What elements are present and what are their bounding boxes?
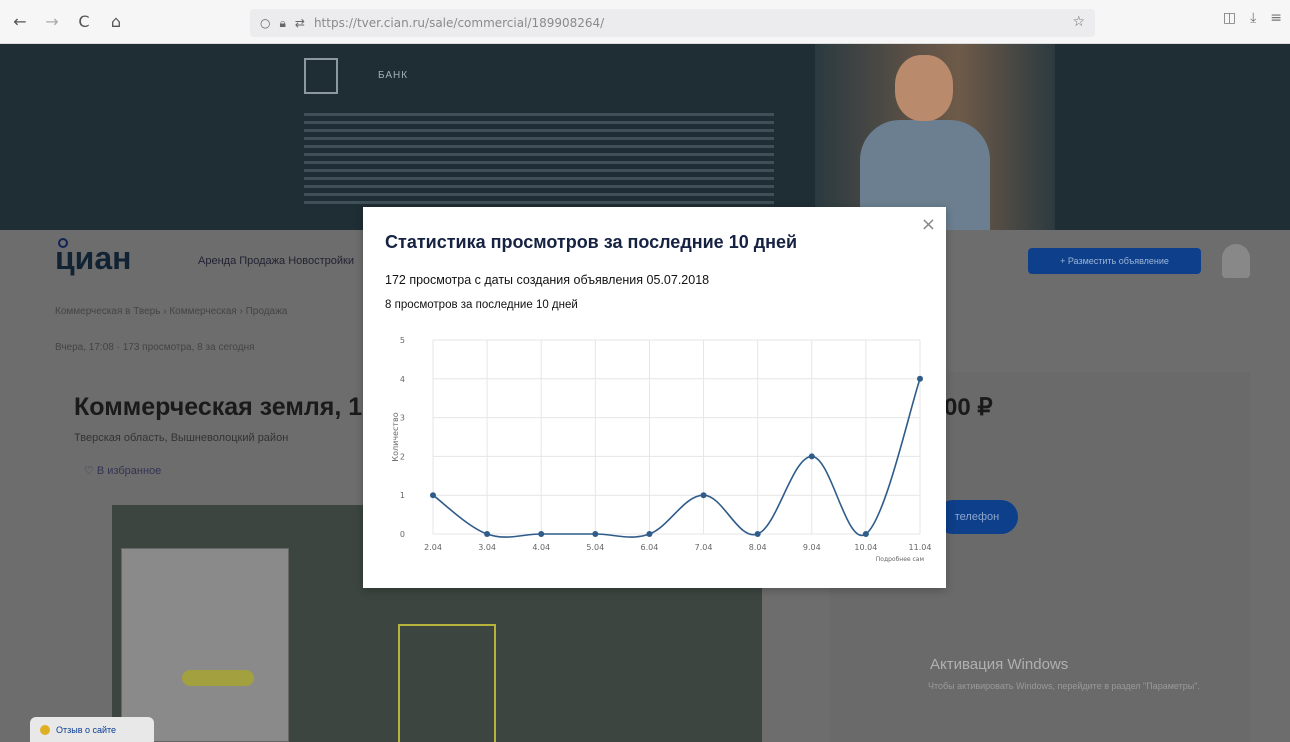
views-stats-modal: × Статистика просмотров за последние 10 … (363, 207, 946, 588)
favorite-button[interactable]: ♡ В избранное (84, 464, 161, 488)
data-point (430, 492, 436, 499)
y-tick-label: 3 (400, 414, 405, 423)
y-tick-label: 1 (400, 491, 405, 500)
url-text[interactable]: https://tver.cian.ru/sale/commercial/189… (314, 16, 604, 30)
price: 00 ₽ (944, 394, 993, 421)
reload-icon[interactable]: C (72, 10, 96, 34)
data-point (754, 531, 761, 537)
data-point (862, 531, 869, 537)
data-point (917, 375, 923, 382)
x-tick-label: 5.04 (586, 543, 604, 552)
permissions-icon[interactable]: ⇄ (295, 16, 305, 30)
bank-brand: БАНК (378, 70, 409, 81)
home-icon[interactable]: ⌂ (104, 10, 128, 34)
feedback-icon (40, 724, 50, 735)
bank-logo (304, 58, 338, 94)
lock-icon[interactable]: 🔒︎ (279, 16, 285, 31)
x-axis-label: Подробнее сам (876, 556, 924, 563)
download-icon[interactable]: ⤓ (1250, 10, 1256, 26)
data-point (808, 453, 815, 460)
browser-toolbar: ← → C ⌂ ○ 🔒︎ ⇄ https://tver.cian.ru/sale… (0, 0, 1290, 44)
map-side-panel (121, 548, 289, 742)
y-tick-label: 2 (400, 452, 405, 461)
place-ad-button[interactable]: + Разместить объявление (1028, 248, 1201, 274)
map-plot-outline (398, 624, 496, 742)
forward-icon[interactable]: → (40, 10, 64, 34)
banner-person-head (895, 55, 953, 121)
site-nav[interactable]: Аренда Продажа Новостройки (198, 255, 354, 267)
shield-icon[interactable]: ○ (260, 16, 270, 30)
site-logo[interactable]: циан (55, 240, 131, 277)
windows-activation-title: Активация Windows (930, 656, 1069, 673)
x-tick-label: 7.04 (695, 543, 713, 552)
feedback-button[interactable]: Отзыв о сайте (30, 717, 154, 742)
x-tick-label: 2.04 (424, 543, 442, 552)
listing-address[interactable]: Тверская область, Вышневолоцкий район (74, 432, 288, 444)
x-tick-label: 9.04 (803, 543, 821, 552)
data-point (700, 492, 707, 499)
x-tick-label: 11.04 (909, 543, 932, 552)
data-point (538, 531, 545, 537)
banner-text-block (304, 108, 774, 209)
menu-icon[interactable]: ≡ (1270, 10, 1282, 26)
x-tick-label: 3.04 (478, 543, 496, 552)
y-axis-label: Количество (391, 412, 400, 461)
y-tick-label: 4 (400, 375, 405, 384)
data-point (484, 531, 491, 537)
listing-toolbar: ♡ В избранное (84, 464, 362, 488)
breadcrumb[interactable]: Коммерческая в Тверь › Коммерческая › Пр… (55, 306, 287, 317)
user-avatar-icon[interactable] (1222, 244, 1250, 278)
data-point (592, 531, 599, 537)
back-icon[interactable]: ← (8, 10, 32, 34)
views-line-chart: 0 1 2 3 4 5 2.04 3.04 4.04 5.04 6.04 7.04 8.04 9.04 10… (391, 336, 932, 563)
listing-title: Коммерческая земля, 15 (74, 393, 377, 421)
show-phone-button[interactable]: телефон (936, 500, 1018, 534)
feedback-label: Отзыв о сайте (56, 724, 117, 735)
x-tick-label: 8.04 (749, 543, 767, 552)
x-tick-label: 10.04 (854, 543, 877, 552)
star-icon[interactable]: ☆ (1072, 14, 1085, 30)
address-bar[interactable]: ○ 🔒︎ ⇄ https://tver.cian.ru/sale/commerc… (250, 9, 1095, 37)
series-line (432, 378, 921, 538)
map-tag (182, 670, 254, 686)
y-tick-label: 0 (400, 530, 405, 539)
listing-meta: Вчера, 17:08 · 173 просмотра, 8 за сегод… (55, 342, 255, 353)
pocket-icon[interactable]: ◫ (1223, 10, 1236, 26)
y-tick-label: 5 (400, 336, 405, 345)
x-tick-label: 4.04 (532, 543, 550, 552)
data-point (646, 531, 653, 537)
x-tick-label: 6.04 (641, 543, 659, 552)
windows-activation-text: Чтобы активировать Windows, перейдите в … (928, 681, 1200, 691)
